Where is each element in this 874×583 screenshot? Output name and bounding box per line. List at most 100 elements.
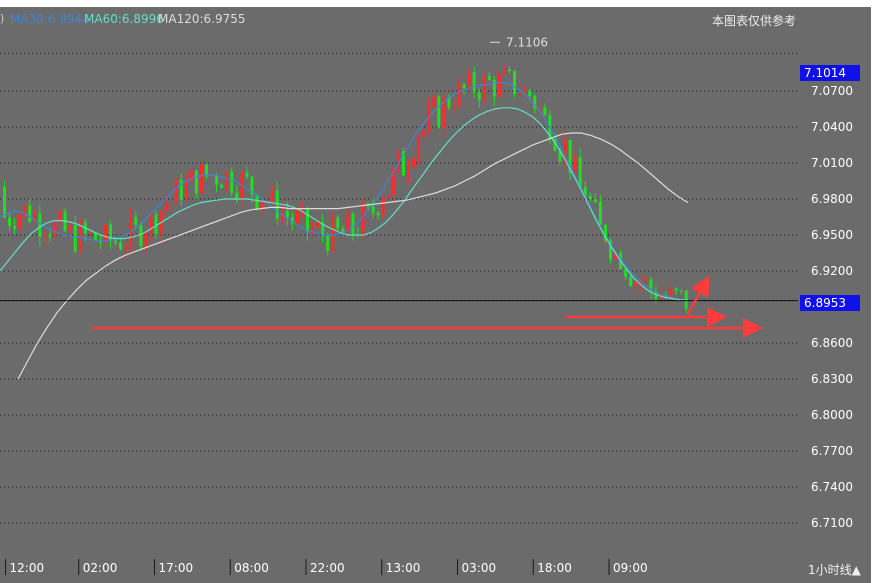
candle-body	[573, 157, 577, 173]
candle-body	[285, 211, 289, 218]
candle-body	[194, 170, 198, 194]
y-tick-label: 6.7100	[811, 516, 853, 530]
candle-body	[502, 69, 506, 74]
candle-body	[164, 202, 168, 211]
candle-body	[306, 207, 309, 232]
x-tick-label: 22:00	[310, 561, 345, 575]
candle-body	[472, 71, 476, 93]
candle-body	[518, 94, 522, 96]
candle-body	[235, 192, 239, 199]
candle-body	[543, 107, 547, 116]
candle-body	[452, 106, 456, 108]
candle-body	[674, 288, 678, 291]
candle-body	[230, 171, 234, 193]
candle-body	[528, 90, 532, 96]
candle-body	[634, 282, 638, 287]
candle-body	[154, 214, 158, 234]
candle-body	[134, 216, 138, 225]
candle-body	[326, 235, 330, 252]
candle-body	[467, 71, 471, 88]
legend-ma120: MA120:6.9755	[158, 12, 246, 26]
candlestick-chart: 7.0700 7.0400 7.0100 6.9800 6.9500 6.9200 6.86…	[0, 35, 853, 575]
candle-body	[149, 214, 153, 234]
candle-body	[508, 69, 511, 72]
candle-body	[295, 210, 299, 224]
candle-body	[275, 190, 279, 219]
y-tick-label: 6.8600	[811, 336, 853, 350]
candle-body	[199, 164, 203, 194]
candle-body	[139, 224, 143, 247]
candle-body	[124, 245, 128, 250]
candle-body	[487, 76, 491, 80]
candle-body	[412, 158, 416, 167]
candle-body	[588, 196, 592, 200]
candle-body	[184, 181, 188, 200]
x-tick-label: 12:00	[10, 561, 45, 575]
marker-price-box: 7.1014	[800, 65, 860, 81]
candle-body	[407, 166, 410, 176]
candle-body	[417, 136, 421, 159]
candle-body	[497, 73, 501, 97]
y-tick-label: 6.7400	[811, 480, 853, 494]
candle-body	[109, 224, 113, 242]
y-tick-label: 6.7700	[811, 444, 853, 458]
legend-ma30: MA30:6.8944	[10, 12, 90, 26]
candle-body	[114, 241, 118, 243]
candle-body	[144, 233, 148, 247]
candle-body	[48, 234, 52, 237]
candle-body	[386, 195, 390, 199]
peak-label: 7.1106	[506, 35, 548, 49]
legend-paren: )	[0, 12, 5, 25]
candle-body	[513, 71, 517, 95]
candle-body	[629, 276, 633, 287]
candle-body	[43, 234, 47, 237]
y-tick-label: 7.0700	[811, 84, 853, 98]
x-tick-label: 08:00	[234, 561, 269, 575]
candle-body	[174, 179, 178, 203]
y-tick-label: 6.8300	[811, 372, 853, 386]
period-selector[interactable]: 1小时线▲	[808, 561, 861, 578]
candle-body	[381, 198, 385, 216]
candle-body	[462, 84, 466, 88]
x-tick-label: 17:00	[159, 561, 194, 575]
candle-body	[538, 107, 542, 109]
candle-body	[422, 130, 426, 137]
candle-body	[3, 187, 6, 218]
ma120-line	[17, 132, 689, 380]
y-tick-label: 6.9500	[811, 228, 853, 242]
candle-body	[73, 225, 77, 252]
candle-body	[482, 76, 486, 100]
candle-body	[644, 279, 648, 281]
candle-body	[376, 212, 380, 216]
candle-body	[225, 171, 229, 189]
candle-body	[432, 96, 436, 108]
candle-body	[311, 227, 315, 232]
x-tick-label: 09:00	[613, 561, 648, 575]
candle-body	[593, 199, 597, 203]
x-tick-label: 18:00	[537, 561, 572, 575]
candle-body	[316, 222, 320, 228]
chart-window: 7.0700 7.0400 7.0100 6.9800 6.9500 6.9200 6.86…	[0, 0, 874, 583]
candle-body	[371, 206, 375, 213]
candle-body	[215, 175, 219, 185]
candle-body	[88, 233, 92, 235]
candle-body	[336, 217, 340, 229]
y-tick-label: 6.8000	[811, 408, 853, 422]
candle-body	[578, 157, 582, 187]
candle-body	[220, 184, 224, 189]
legend-ma60: MA60:6.8996	[84, 12, 164, 26]
candle-body	[119, 242, 123, 250]
candle-body	[361, 203, 365, 236]
candle-body	[437, 96, 441, 128]
candle-body	[457, 84, 461, 107]
candle-body	[8, 217, 12, 227]
candle-body	[104, 224, 107, 243]
candle-body	[28, 205, 32, 222]
y-tick-label: 6.9800	[811, 192, 853, 206]
candle-body	[18, 214, 22, 229]
candle-body	[68, 225, 72, 231]
candle-body	[53, 222, 57, 237]
candle-body	[331, 217, 335, 252]
candle-body	[598, 202, 602, 225]
y-tick-label: 6.9200	[811, 264, 853, 278]
